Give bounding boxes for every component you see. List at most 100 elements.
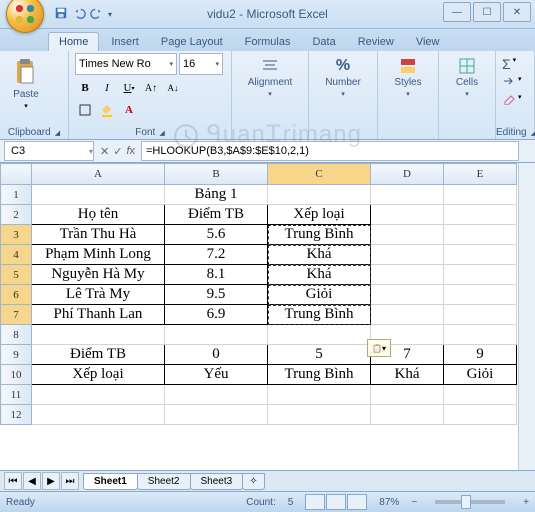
cells-button[interactable]: Cells▾ bbox=[445, 53, 489, 102]
cell-b6[interactable]: 9.5 bbox=[165, 285, 268, 305]
col-header-c[interactable]: C bbox=[268, 164, 371, 185]
fill-color-button[interactable] bbox=[97, 100, 117, 120]
tab-formulas[interactable]: Formulas bbox=[235, 33, 301, 51]
sheet-nav-prev-icon[interactable]: ◀ bbox=[23, 472, 41, 490]
paste-dropdown-icon[interactable]: ▾ bbox=[24, 102, 28, 110]
cell-e4[interactable] bbox=[444, 245, 517, 265]
select-all-corner[interactable] bbox=[1, 164, 32, 185]
clear-icon[interactable] bbox=[502, 93, 516, 108]
cell-a10[interactable]: Xếp loại bbox=[32, 365, 165, 385]
cell-e1[interactable] bbox=[444, 185, 517, 205]
undo-icon[interactable] bbox=[72, 6, 86, 23]
cell-b9[interactable]: 0 bbox=[165, 345, 268, 365]
font-color-button[interactable]: A bbox=[119, 100, 139, 120]
sheet-tab-3[interactable]: Sheet3 bbox=[190, 473, 244, 490]
page-layout-view-icon[interactable] bbox=[326, 494, 346, 510]
row-header-9[interactable]: 9 bbox=[1, 345, 32, 365]
cell-c9[interactable]: 5 bbox=[268, 345, 371, 365]
sheet-tab-2[interactable]: Sheet2 bbox=[137, 473, 191, 490]
cell-e6[interactable] bbox=[444, 285, 517, 305]
col-header-d[interactable]: D bbox=[371, 164, 444, 185]
cell-a3[interactable]: Trần Thu Hà bbox=[32, 225, 165, 245]
font-name-combo[interactable]: Times New Ro▾ bbox=[75, 53, 177, 75]
italic-button[interactable]: I bbox=[97, 78, 117, 98]
tab-page-layout[interactable]: Page Layout bbox=[151, 33, 233, 51]
cell-a7[interactable]: Phí Thanh Lan bbox=[32, 305, 165, 325]
alignment-button[interactable]: Alignment▾ bbox=[238, 53, 302, 102]
paste-icon[interactable] bbox=[13, 57, 39, 87]
sheet-nav-last-icon[interactable]: ⏭ bbox=[61, 472, 79, 490]
name-box[interactable]: C3▾ bbox=[4, 141, 94, 161]
office-button[interactable] bbox=[6, 0, 44, 33]
tab-insert[interactable]: Insert bbox=[101, 33, 149, 51]
paste-button[interactable]: Paste bbox=[13, 89, 39, 100]
fx-icon[interactable]: fx bbox=[126, 145, 135, 158]
cell-a6[interactable]: Lê Trà My bbox=[32, 285, 165, 305]
sheet-nav-next-icon[interactable]: ▶ bbox=[42, 472, 60, 490]
cell-b8[interactable] bbox=[165, 325, 268, 345]
cell-b1[interactable]: Bảng 1 bbox=[165, 185, 268, 205]
cell-d5[interactable] bbox=[371, 265, 444, 285]
cell-e3[interactable] bbox=[444, 225, 517, 245]
cell-d10[interactable]: Khá bbox=[371, 365, 444, 385]
row-header-11[interactable]: 11 bbox=[1, 385, 32, 405]
row-header-12[interactable]: 12 bbox=[1, 405, 32, 425]
cell-e2[interactable] bbox=[444, 205, 517, 225]
cell-d11[interactable] bbox=[371, 385, 444, 405]
cell-d6[interactable] bbox=[371, 285, 444, 305]
cell-b7[interactable]: 6.9 bbox=[165, 305, 268, 325]
border-button[interactable] bbox=[75, 100, 95, 120]
maximize-button[interactable]: ☐ bbox=[473, 2, 501, 22]
vertical-scrollbar[interactable] bbox=[518, 163, 535, 470]
cell-c3[interactable]: Trung Bình bbox=[268, 225, 371, 245]
qat-dropdown-icon[interactable]: ▾ bbox=[108, 10, 112, 19]
underline-button[interactable]: U▾ bbox=[119, 78, 139, 98]
cell-e10[interactable]: Giỏi bbox=[444, 365, 517, 385]
decrease-font-icon[interactable]: A↓ bbox=[163, 78, 183, 98]
tab-view[interactable]: View bbox=[406, 33, 450, 51]
cell-c4[interactable]: Khá bbox=[268, 245, 371, 265]
cell-d7[interactable] bbox=[371, 305, 444, 325]
close-button[interactable]: ✕ bbox=[503, 2, 531, 22]
row-header-3[interactable]: 3 bbox=[1, 225, 32, 245]
cell-a1[interactable] bbox=[32, 185, 165, 205]
cancel-formula-icon[interactable]: ✕ bbox=[100, 145, 109, 158]
cell-a9[interactable]: Điểm TB bbox=[32, 345, 165, 365]
col-header-a[interactable]: A bbox=[32, 164, 165, 185]
cell-d2[interactable] bbox=[371, 205, 444, 225]
cell-c7[interactable]: Trung Bình bbox=[268, 305, 371, 325]
styles-button[interactable]: Styles▾ bbox=[384, 53, 432, 102]
cell-c8[interactable] bbox=[268, 325, 371, 345]
col-header-e[interactable]: E bbox=[444, 164, 517, 185]
cell-c5[interactable]: Khá bbox=[268, 265, 371, 285]
redo-icon[interactable] bbox=[90, 6, 104, 23]
cell-d1[interactable] bbox=[371, 185, 444, 205]
save-icon[interactable] bbox=[54, 6, 68, 23]
row-header-2[interactable]: 2 bbox=[1, 205, 32, 225]
normal-view-icon[interactable] bbox=[305, 494, 325, 510]
zoom-level[interactable]: 87% bbox=[379, 497, 399, 508]
tab-data[interactable]: Data bbox=[302, 33, 345, 51]
row-header-10[interactable]: 10 bbox=[1, 365, 32, 385]
zoom-out-icon[interactable]: − bbox=[411, 497, 417, 508]
font-size-combo[interactable]: 16▾ bbox=[179, 53, 223, 75]
cell-c10[interactable]: Trung Bình bbox=[268, 365, 371, 385]
row-header-7[interactable]: 7 bbox=[1, 305, 32, 325]
cell-a8[interactable] bbox=[32, 325, 165, 345]
cell-c11[interactable] bbox=[268, 385, 371, 405]
cell-e5[interactable] bbox=[444, 265, 517, 285]
new-sheet-icon[interactable]: ✧ bbox=[242, 473, 264, 490]
cell-b3[interactable]: 5.6 bbox=[165, 225, 268, 245]
formula-bar[interactable]: =HLOOKUP(B3,$A$9:$E$10,2,1) bbox=[141, 141, 519, 161]
row-header-4[interactable]: 4 bbox=[1, 245, 32, 265]
sheet-tab-1[interactable]: Sheet1 bbox=[83, 473, 138, 490]
cell-d12[interactable] bbox=[371, 405, 444, 425]
autosum-icon[interactable]: Σ bbox=[502, 56, 511, 72]
tab-home[interactable]: Home bbox=[48, 32, 99, 51]
row-header-1[interactable]: 1 bbox=[1, 185, 32, 205]
cell-c2[interactable]: Xếp loại bbox=[268, 205, 371, 225]
col-header-b[interactable]: B bbox=[165, 164, 268, 185]
cell-b11[interactable] bbox=[165, 385, 268, 405]
cell-a12[interactable] bbox=[32, 405, 165, 425]
row-header-8[interactable]: 8 bbox=[1, 325, 32, 345]
